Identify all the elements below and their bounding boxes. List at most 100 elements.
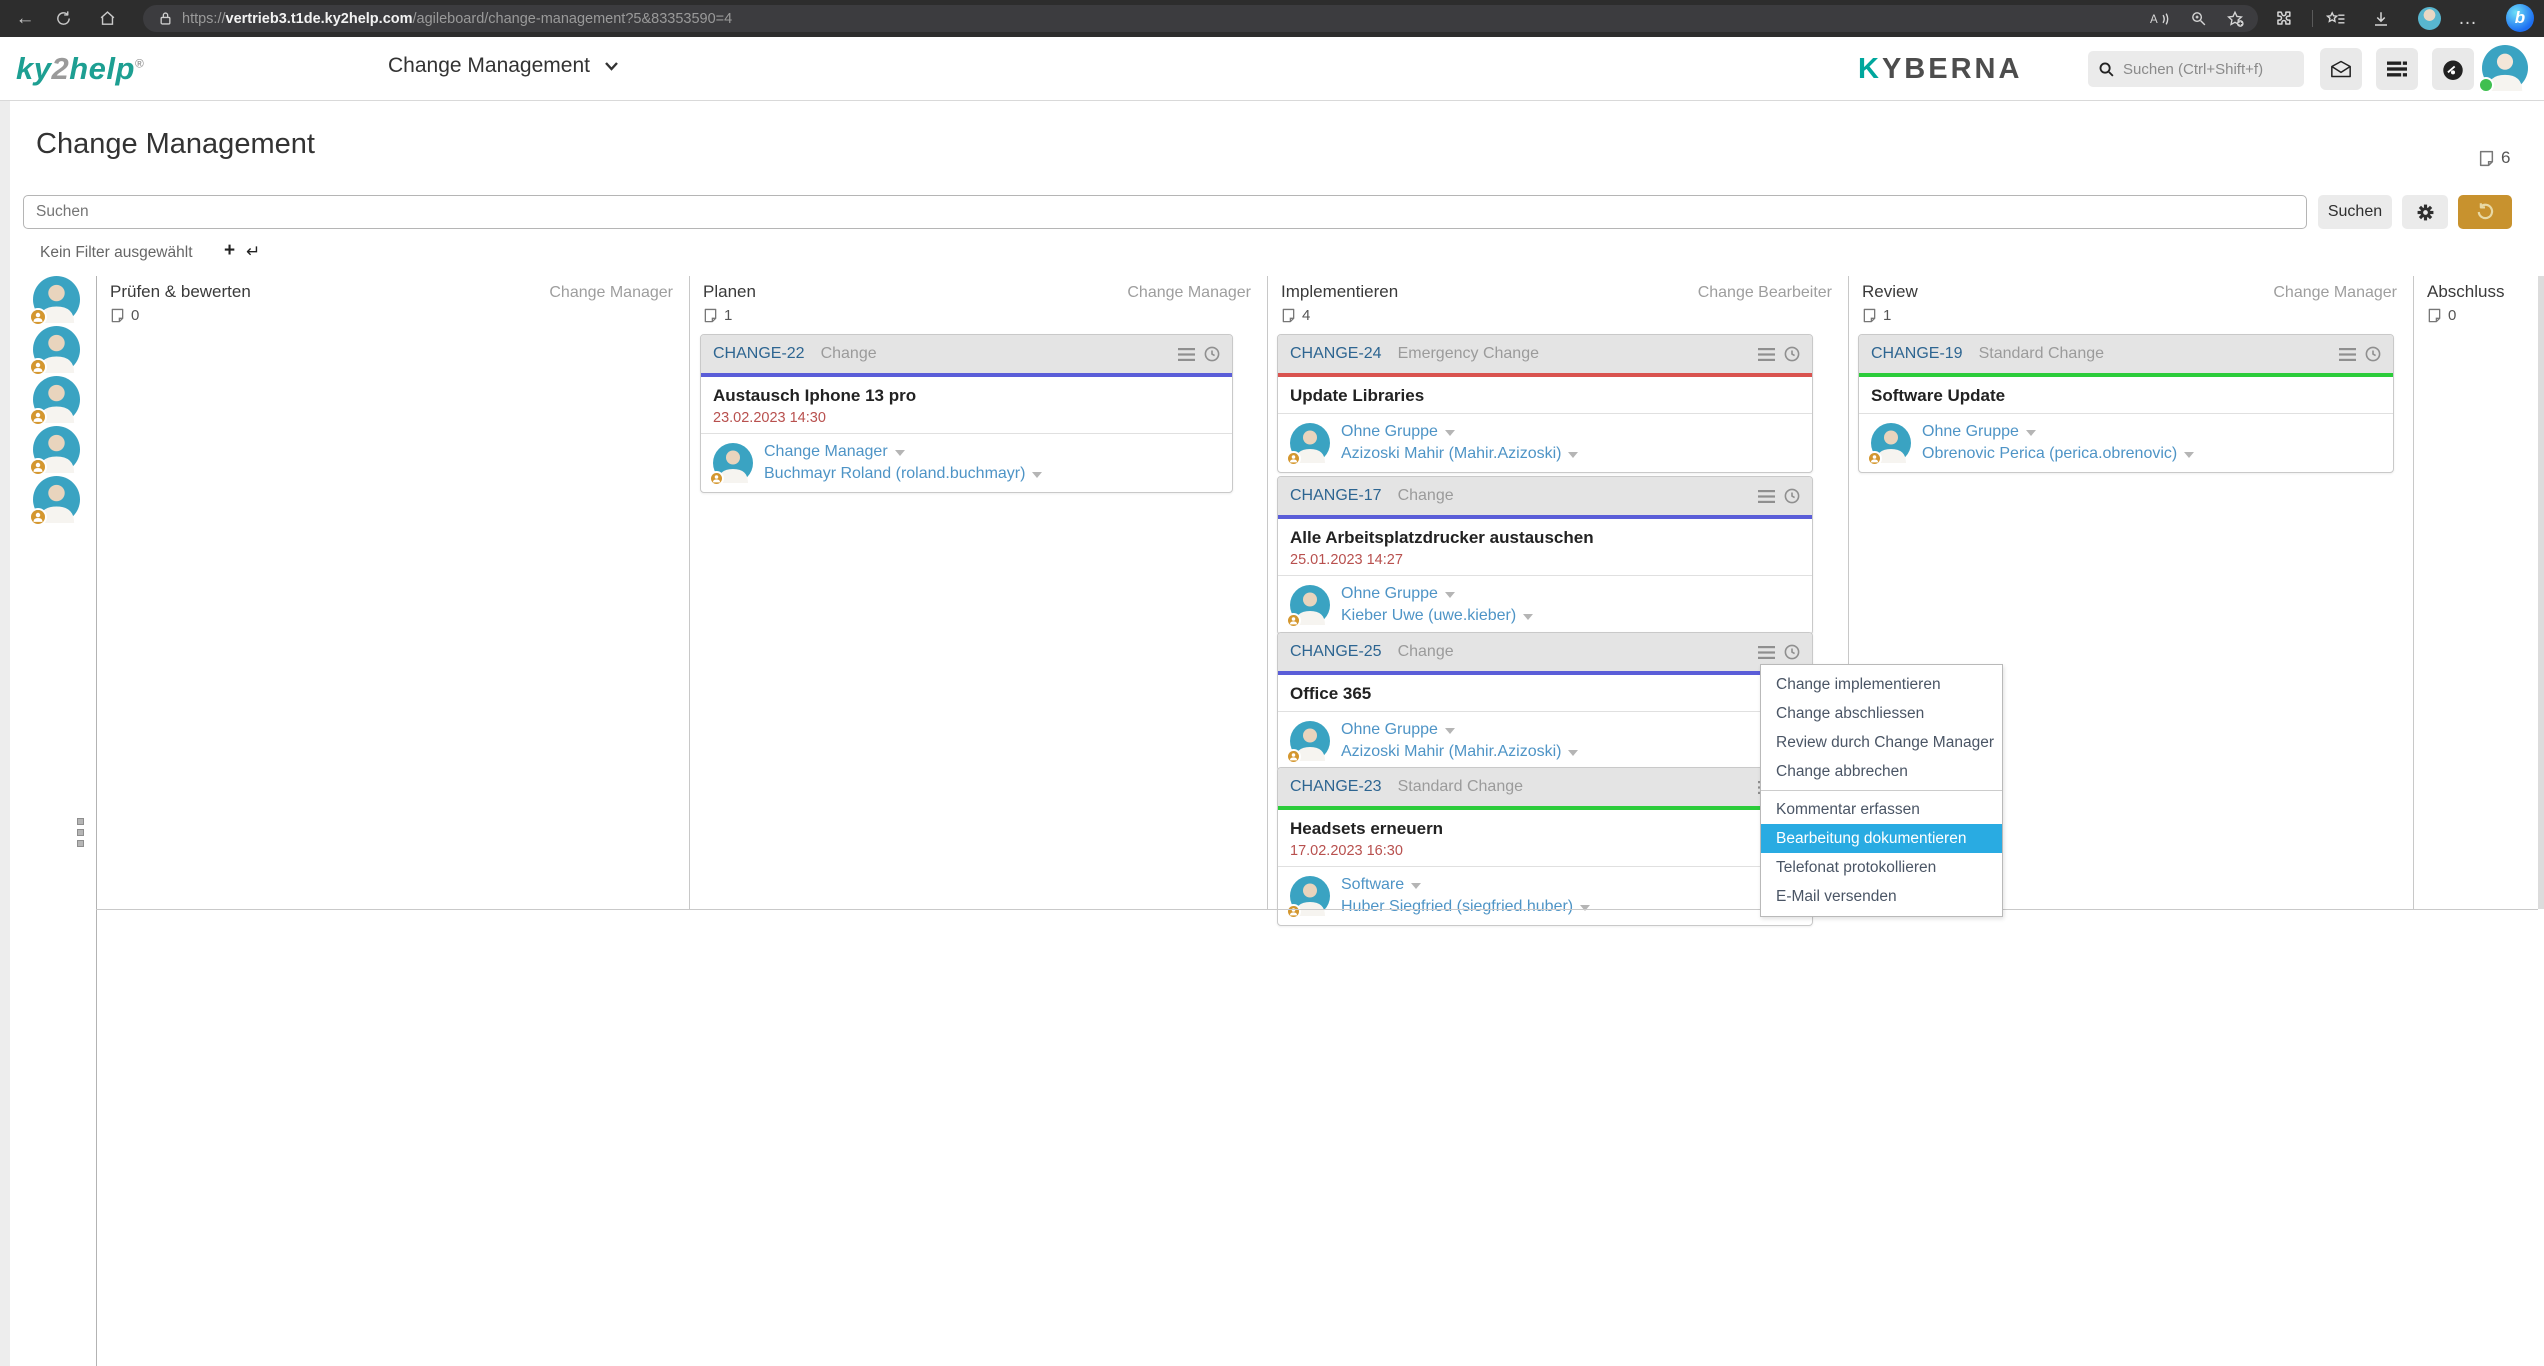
card-header: CHANGE-19 Standard Change — [1859, 335, 2393, 373]
group-link[interactable]: Change Manager — [764, 443, 888, 460]
card-history-icon[interactable] — [2365, 346, 2381, 362]
card-count-icon — [110, 308, 125, 323]
assignee-link[interactable]: Kieber Uwe (uwe.kieber) — [1341, 607, 1516, 624]
card-id-link[interactable]: CHANGE-25 — [1290, 643, 1382, 661]
group-link[interactable]: Ohne Gruppe — [1922, 423, 2019, 440]
ky2help-logo[interactable]: ky2help® — [16, 51, 144, 87]
caret-down-icon[interactable] — [1032, 472, 1043, 478]
assignee-link[interactable]: Huber Siegfried (siegfried.huber) — [1341, 898, 1573, 915]
menu-item-email-versenden[interactable]: E-Mail versenden — [1761, 882, 2002, 911]
browser-refresh-icon[interactable] — [48, 0, 78, 37]
browser-profile-avatar[interactable] — [2418, 7, 2441, 30]
extensions-icon[interactable] — [2274, 0, 2293, 37]
card-actions-icon[interactable] — [1758, 645, 1775, 659]
assignee-avatar[interactable] — [1867, 423, 1911, 466]
caret-down-icon[interactable] — [1580, 905, 1591, 911]
menu-item-bearbeitung-dokumentieren[interactable]: Bearbeitung dokumentieren — [1761, 824, 2002, 853]
change-card-24[interactable]: CHANGE-24 Emergency Change Update Librar… — [1277, 334, 1813, 473]
caret-down-icon[interactable] — [1444, 430, 1455, 436]
group-link[interactable]: Ohne Gruppe — [1341, 721, 1438, 738]
search-button[interactable]: Suchen — [2318, 195, 2392, 229]
assignee-avatar[interactable] — [1286, 585, 1330, 628]
dashboard-button[interactable] — [2432, 48, 2474, 90]
downloads-icon[interactable] — [2372, 0, 2390, 37]
global-search[interactable] — [2088, 51, 2304, 87]
menu-item-change-abschliessen[interactable]: Change abschliessen — [1761, 699, 2002, 728]
card-id-link[interactable]: CHANGE-19 — [1871, 345, 1963, 363]
add-favorite-icon[interactable] — [2226, 5, 2244, 32]
caret-down-icon[interactable] — [1444, 728, 1455, 734]
collections-icon[interactable] — [2326, 0, 2346, 37]
page-title: Change Management — [36, 128, 315, 160]
card-count-icon — [1862, 308, 1877, 323]
card-history-icon[interactable] — [1784, 488, 1800, 504]
card-id-link[interactable]: CHANGE-17 — [1290, 487, 1382, 505]
read-aloud-icon[interactable]: A — [2150, 5, 2170, 32]
menu-item-change-implementieren[interactable]: Change implementieren — [1761, 670, 2002, 699]
caret-down-icon[interactable] — [1523, 614, 1534, 620]
change-card-22[interactable]: CHANGE-22 Change Austausch Iphone 13 pro… — [700, 334, 1233, 493]
menu-item-kommentar-erfassen[interactable]: Kommentar erfassen — [1761, 795, 2002, 824]
browser-home-icon[interactable] — [92, 0, 122, 37]
assignee-avatar[interactable] — [1286, 423, 1330, 466]
menu-item-change-abbrechen[interactable]: Change abbrechen — [1761, 757, 2002, 786]
caret-down-icon[interactable] — [2025, 430, 2036, 436]
app-header: ky2help® Change Management KYBERNA — [0, 37, 2544, 101]
zoom-icon[interactable] — [2190, 5, 2207, 32]
assignee-avatar[interactable] — [709, 443, 753, 486]
change-card-23[interactable]: CHANGE-23 Standard Change Headsets erneu… — [1277, 767, 1813, 926]
address-bar[interactable]: https://vertrieb3.t1de.ky2help.com/agile… — [143, 5, 2258, 32]
card-history-icon[interactable] — [1204, 346, 1220, 362]
card-history-icon[interactable] — [1784, 346, 1800, 362]
board-bottom-border — [96, 909, 2538, 910]
global-search-input[interactable] — [2123, 60, 2293, 78]
assignee-link[interactable]: Azizoski Mahir (Mahir.Azizoski) — [1341, 445, 1561, 462]
caret-down-icon[interactable] — [1568, 750, 1579, 756]
group-link[interactable]: Ohne Gruppe — [1341, 585, 1438, 602]
total-card-count-badge: 6 — [2478, 148, 2510, 168]
reset-button[interactable] — [2458, 195, 2512, 229]
assignee-avatar[interactable] — [1286, 721, 1330, 764]
column-title: Abschluss — [2427, 282, 2505, 301]
caret-down-icon[interactable] — [2184, 452, 2195, 458]
card-id-link[interactable]: CHANGE-23 — [1290, 778, 1382, 796]
card-history-icon[interactable] — [1784, 644, 1800, 660]
menu-item-review-durch-change-manager[interactable]: Review durch Change Manager — [1761, 728, 2002, 757]
assignee-link[interactable]: Buchmayr Roland (roland.buchmayr) — [764, 465, 1025, 482]
card-actions-icon[interactable] — [1758, 347, 1775, 361]
column-role: Change Manager — [549, 284, 673, 301]
bing-icon[interactable]: b — [2506, 4, 2534, 32]
apply-filter-icon[interactable]: ↵ — [246, 242, 260, 262]
card-title: Software Update — [1871, 386, 2006, 405]
mail-button[interactable] — [2320, 48, 2362, 90]
group-link[interactable]: Software — [1341, 876, 1404, 893]
card-id-link[interactable]: CHANGE-22 — [713, 345, 805, 363]
assignee-link[interactable]: Azizoski Mahir (Mahir.Azizoski) — [1341, 743, 1561, 760]
card-id-link[interactable]: CHANGE-24 — [1290, 345, 1382, 363]
caret-down-icon[interactable] — [1568, 452, 1579, 458]
list-menu-button[interactable] — [2376, 48, 2418, 90]
board-search-input[interactable] — [23, 195, 2307, 229]
search-icon — [2098, 61, 2115, 78]
card-actions-icon[interactable] — [2339, 347, 2356, 361]
assignee-avatar[interactable] — [1286, 876, 1330, 919]
settings-button[interactable] — [2402, 195, 2448, 229]
browser-menu-icon[interactable]: … — [2458, 0, 2478, 37]
card-actions-icon[interactable] — [1178, 347, 1195, 361]
lock-icon[interactable] — [159, 11, 172, 26]
list-icon — [2385, 59, 2409, 79]
change-card-19[interactable]: CHANGE-19 Standard Change Software Updat… — [1858, 334, 2394, 473]
menu-item-telefonat-protokollieren[interactable]: Telefonat protokollieren — [1761, 853, 2002, 882]
card-actions-icon[interactable] — [1758, 489, 1775, 503]
caret-down-icon[interactable] — [1444, 592, 1455, 598]
caret-down-icon[interactable] — [1411, 883, 1422, 889]
change-card-17[interactable]: CHANGE-17 Change Alle Arbeitsplatzdrucke… — [1277, 476, 1813, 635]
add-filter-icon[interactable]: + — [224, 240, 235, 262]
column-role: Change Bearbeiter — [1697, 284, 1832, 301]
caret-down-icon[interactable] — [894, 450, 905, 456]
assignee-link[interactable]: Obrenovic Perica (perica.obrenovic) — [1922, 445, 2177, 462]
module-selector[interactable]: Change Management — [388, 54, 619, 78]
group-link[interactable]: Ohne Gruppe — [1341, 423, 1438, 440]
browser-back-icon[interactable]: ← — [10, 0, 40, 37]
change-card-25[interactable]: CHANGE-25 Change Office 365 Ohne Gruppe … — [1277, 632, 1813, 771]
